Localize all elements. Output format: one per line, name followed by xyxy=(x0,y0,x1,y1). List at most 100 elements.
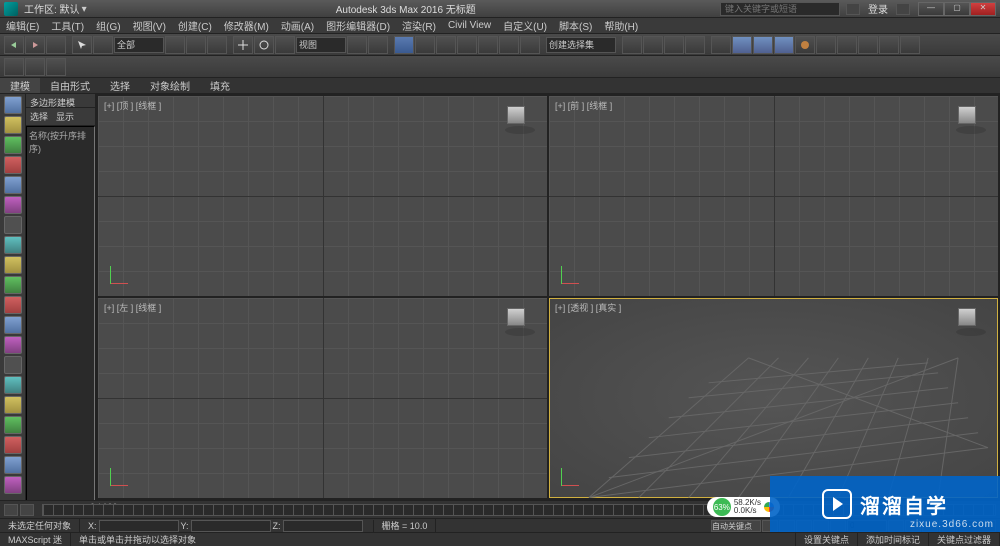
workspace-label[interactable]: 工作区: 默认 xyxy=(24,1,80,16)
snap6-button[interactable] xyxy=(499,36,519,54)
minimize-button[interactable]: — xyxy=(918,2,944,16)
viewport-perspective[interactable]: [+] [透视 ] [真实 ] xyxy=(549,298,998,498)
render-button[interactable] xyxy=(795,36,815,54)
time-tag-icon[interactable] xyxy=(20,504,34,516)
material-button[interactable] xyxy=(732,36,752,54)
ribbon-tab[interactable]: 自由形式 xyxy=(40,78,100,93)
viewport-top[interactable]: [+] [顶 ] [线框 ] xyxy=(98,96,547,296)
maximize-button[interactable]: ▢ xyxy=(944,2,970,16)
link-button[interactable] xyxy=(46,36,66,54)
undo-button[interactable] xyxy=(4,36,24,54)
qat-2-button[interactable] xyxy=(25,58,45,76)
viewport-front[interactable]: [+] [前 ] [线框 ] xyxy=(549,96,998,296)
render-frame-button[interactable] xyxy=(774,36,794,54)
layer-button[interactable] xyxy=(664,36,684,54)
side-icon-15[interactable] xyxy=(4,376,22,394)
menu-item[interactable]: 组(G) xyxy=(96,18,120,33)
side-icon-17[interactable] xyxy=(4,416,22,434)
align-button[interactable] xyxy=(643,36,663,54)
redo-button[interactable] xyxy=(25,36,45,54)
ribbon-tab[interactable]: 对象绘制 xyxy=(140,78,200,93)
help-search-input[interactable] xyxy=(720,2,840,16)
menu-item[interactable]: 创建(C) xyxy=(178,18,212,33)
side-icon-16[interactable] xyxy=(4,396,22,414)
scene-tab-display[interactable]: 显示 xyxy=(56,110,74,123)
tool-c-button[interactable] xyxy=(879,36,899,54)
percent-snap-button[interactable] xyxy=(436,36,456,54)
x-coord-input[interactable] xyxy=(99,520,179,532)
hierarchy-panel-icon[interactable] xyxy=(4,136,22,154)
schematic-button[interactable] xyxy=(711,36,731,54)
scene-tab-select[interactable]: 选择 xyxy=(30,110,48,123)
select-button[interactable] xyxy=(72,36,92,54)
select-region-button[interactable] xyxy=(186,36,206,54)
menu-item[interactable]: Civil View xyxy=(448,20,491,31)
rotate-button[interactable] xyxy=(254,36,274,54)
scene-tree[interactable]: 名称(按升序排序) xyxy=(26,126,95,506)
menu-item[interactable]: 编辑(E) xyxy=(6,18,39,33)
snap7-button[interactable] xyxy=(520,36,540,54)
tool-b-button[interactable] xyxy=(858,36,878,54)
viewcube-left[interactable] xyxy=(507,308,533,334)
side-icon-18[interactable] xyxy=(4,436,22,454)
named-sel-dropdown[interactable]: 创建选择集 xyxy=(546,37,616,53)
login-button[interactable]: 登录 xyxy=(864,1,892,16)
viewport-front-label[interactable]: [+] [前 ] [线框 ] xyxy=(555,99,612,112)
ribbon-tab[interactable]: 填充 xyxy=(200,78,240,93)
time-config-icon[interactable] xyxy=(4,504,18,516)
menu-item[interactable]: 动画(A) xyxy=(281,18,314,33)
viewport-top-label[interactable]: [+] [顶 ] [线框 ] xyxy=(104,99,161,112)
favorites-icon[interactable] xyxy=(896,3,910,15)
side-icon-20[interactable] xyxy=(4,476,22,494)
menu-item[interactable]: 工具(T) xyxy=(51,18,84,33)
close-button[interactable]: ✕ xyxy=(970,2,996,16)
maxscript-label[interactable]: MAXScript 迷 xyxy=(0,533,71,546)
tool-d-button[interactable] xyxy=(900,36,920,54)
move-button[interactable] xyxy=(233,36,253,54)
key-filter-button[interactable]: 关键点过滤器 xyxy=(929,533,1000,546)
render-setup-button[interactable] xyxy=(753,36,773,54)
menu-item[interactable]: 修改器(M) xyxy=(224,18,269,33)
app-icon[interactable] xyxy=(4,2,18,16)
ribbon-tab[interactable]: 选择 xyxy=(100,78,140,93)
motion-panel-icon[interactable] xyxy=(4,156,22,174)
select-name-button[interactable] xyxy=(165,36,185,54)
selection-filter-dropdown[interactable]: 全部 xyxy=(114,37,164,53)
manip-button[interactable] xyxy=(368,36,388,54)
tool-a-button[interactable] xyxy=(837,36,857,54)
angle-snap-button[interactable] xyxy=(415,36,435,54)
menu-item[interactable]: 渲染(R) xyxy=(402,18,436,33)
side-icon-8[interactable] xyxy=(4,236,22,254)
side-icon-11[interactable] xyxy=(4,296,22,314)
autokey-button[interactable]: 自动关键点 xyxy=(711,520,761,532)
side-icon-12[interactable] xyxy=(4,316,22,334)
viewport-left-label[interactable]: [+] [左 ] [线框 ] xyxy=(104,301,161,314)
menu-item[interactable]: 脚本(S) xyxy=(559,18,592,33)
ribbon-tab[interactable]: 建模 xyxy=(0,78,40,93)
viewcube-front[interactable] xyxy=(958,106,984,132)
mirror-button[interactable] xyxy=(622,36,642,54)
viewport-persp-label[interactable]: [+] [透视 ] [真实 ] xyxy=(555,301,621,314)
y-coord-input[interactable] xyxy=(191,520,271,532)
side-icon-7[interactable] xyxy=(4,216,22,234)
viewcube-top[interactable] xyxy=(507,106,533,132)
z-coord-input[interactable] xyxy=(283,520,363,532)
menu-item[interactable]: 图形编辑器(D) xyxy=(326,18,390,33)
side-icon-13[interactable] xyxy=(4,336,22,354)
side-icon-14[interactable] xyxy=(4,356,22,374)
modify-panel-icon[interactable] xyxy=(4,116,22,134)
side-icon-9[interactable] xyxy=(4,256,22,274)
window-crossing-button[interactable] xyxy=(207,36,227,54)
qat-3-button[interactable] xyxy=(46,58,66,76)
create-panel-icon[interactable] xyxy=(4,96,22,114)
snap5-button[interactable] xyxy=(478,36,498,54)
snap-button[interactable] xyxy=(394,36,414,54)
infocenter-icon[interactable] xyxy=(846,3,860,15)
menu-item[interactable]: 帮助(H) xyxy=(604,18,638,33)
menu-item[interactable]: 自定义(U) xyxy=(503,18,547,33)
menu-item[interactable]: 视图(V) xyxy=(133,18,166,33)
render-prod-button[interactable] xyxy=(816,36,836,54)
pivot-button[interactable] xyxy=(347,36,367,54)
setkey-button[interactable]: 设置关键点 xyxy=(796,533,858,546)
qat-1-button[interactable] xyxy=(4,58,24,76)
